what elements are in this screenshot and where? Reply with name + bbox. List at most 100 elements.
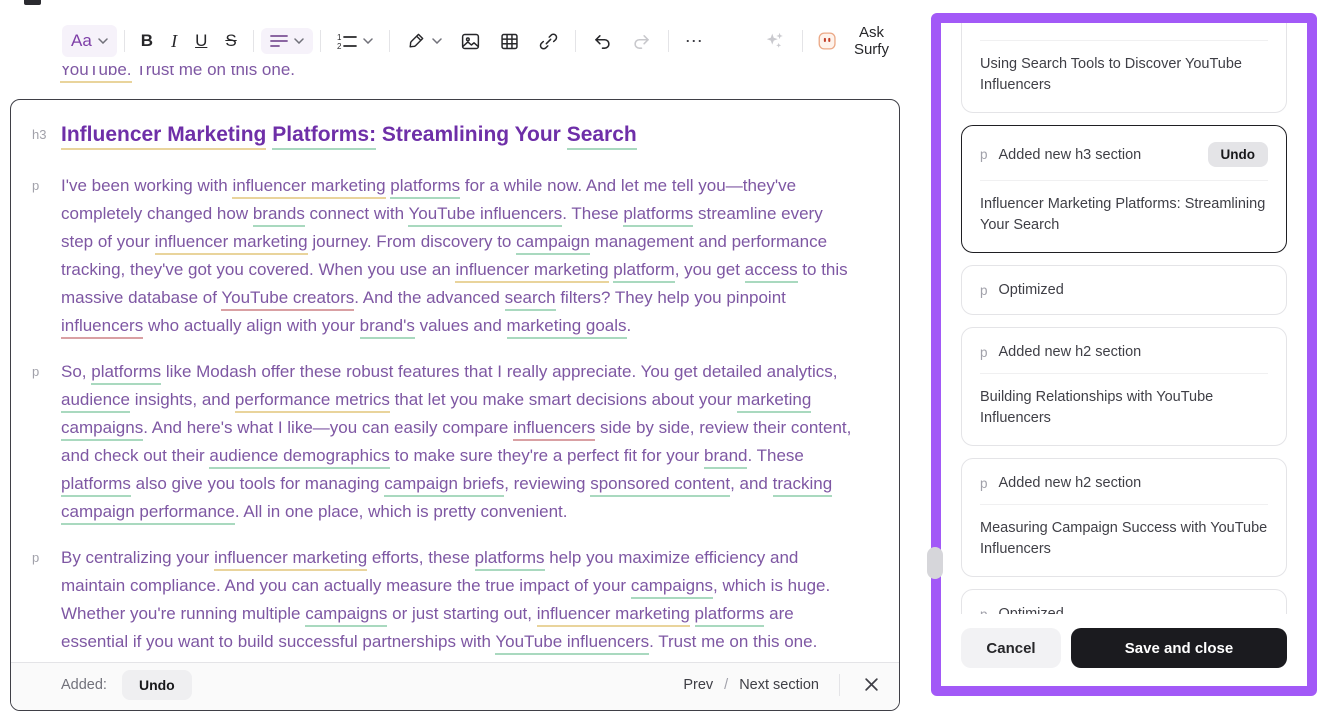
- panel-footer: Cancel Save and close: [941, 614, 1307, 686]
- change-description: Optimized: [999, 282, 1064, 298]
- bar-divider: [839, 674, 840, 696]
- toolbar-divider: [124, 30, 125, 52]
- change-card[interactable]: pOptimized: [961, 589, 1287, 614]
- section-heading-text: Influencer Marketing Platforms: Streamli…: [980, 194, 1268, 236]
- toolbar-divider: [320, 30, 321, 52]
- numbered-list-icon: 12: [337, 33, 357, 49]
- keyword-underline-green: search: [505, 288, 556, 311]
- keyword-underline-green: access: [745, 260, 798, 283]
- block-tag-p: p: [11, 358, 61, 526]
- change-card[interactable]: p Optimized: [961, 265, 1287, 315]
- italic-button[interactable]: I: [162, 25, 186, 58]
- alignment-button[interactable]: [261, 28, 313, 54]
- text-run: to make sure they're a perfect fit for y…: [390, 446, 704, 465]
- keyword-underline-green: brand's: [360, 316, 415, 339]
- insert-table-button[interactable]: [490, 25, 529, 58]
- keyword-underline-yellow: influencer marketing: [455, 260, 608, 283]
- insert-image-button[interactable]: [451, 25, 490, 58]
- bold-button[interactable]: B: [132, 25, 162, 57]
- text-run: [690, 604, 695, 623]
- change-card[interactable]: Using Search Tools to Discover YouTube I…: [961, 23, 1287, 113]
- section-review-bar: Added: Undo Prev / Next section: [11, 662, 899, 710]
- keyword-underline-green: audience: [61, 390, 130, 413]
- toolbar-divider: [575, 30, 576, 52]
- text-run: .: [627, 316, 632, 335]
- text-run: , you get: [675, 260, 745, 279]
- undo-change-button[interactable]: Undo: [1208, 142, 1269, 167]
- keyword-underline-yellow: influencer marketing: [155, 232, 308, 255]
- text-run: . And here's what I like—you can easily …: [143, 418, 513, 437]
- section-heading-text: Measuring Campaign Success with YouTube …: [980, 518, 1268, 560]
- chevron-down-icon: [432, 38, 442, 44]
- strikethrough-icon: S: [225, 31, 236, 51]
- insert-link-button[interactable]: [529, 25, 568, 58]
- bold-icon: B: [141, 31, 153, 51]
- keyword-underline-green: platforms: [390, 176, 460, 199]
- paragraph[interactable]: I've been working with influencer market…: [61, 172, 853, 340]
- change-description: Optimized: [999, 606, 1064, 614]
- ai-sparkles-button[interactable]: [755, 24, 795, 58]
- block-type-tag: p: [980, 147, 988, 162]
- next-section-button[interactable]: Next section: [739, 677, 819, 693]
- strikethrough-button[interactable]: S: [216, 25, 245, 57]
- italic-icon: I: [171, 31, 177, 52]
- keyword-underline-green: platforms: [623, 204, 693, 227]
- text-run: that let you make smart decisions about …: [390, 390, 737, 409]
- block-tag-p: p: [11, 172, 61, 340]
- keyword-underline-yellow: Influencer Marketing: [61, 123, 266, 150]
- close-review-button[interactable]: [860, 673, 883, 696]
- text-run: . These: [747, 446, 803, 465]
- keyword-underline-pink: influencers: [513, 418, 595, 441]
- paragraph[interactable]: By centralizing your influencer marketin…: [61, 544, 853, 656]
- text-run: who actually align with your: [143, 316, 359, 335]
- change-card[interactable]: pAdded new h2 sectionBuilding Relationsh…: [961, 327, 1287, 446]
- keyword-underline-yellow: influencer marketing: [537, 604, 690, 627]
- text-run: . All in one place, which is pretty conv…: [235, 502, 568, 521]
- keyword-underline-green: campaigns: [305, 604, 387, 627]
- save-and-close-button[interactable]: Save and close: [1071, 628, 1287, 668]
- card-header: pAdded new h2 section: [980, 344, 1268, 360]
- change-card[interactable]: pAdded new h2 section Measuring Campaign …: [961, 458, 1287, 577]
- section-content: h3 Influencer Marketing Platforms: Strea…: [11, 100, 899, 662]
- keyword-underline-green: platforms: [695, 604, 765, 627]
- block-tag-p: p: [11, 544, 61, 656]
- text-run: filters? They help you pinpoint: [556, 288, 786, 307]
- numbered-list-button[interactable]: 12: [328, 27, 382, 55]
- undo-action-button[interactable]: [583, 25, 622, 58]
- section-heading[interactable]: Influencer Marketing Platforms: Streamli…: [61, 120, 853, 150]
- section-heading-text: Using Search Tools to Discover YouTube I…: [980, 54, 1268, 96]
- brush-icon: [406, 31, 426, 51]
- keyword-underline-green: campaign briefs: [384, 474, 504, 497]
- card-header: pAdded new h2 section: [980, 475, 1268, 491]
- change-description: Added new h3 section: [999, 147, 1142, 163]
- undo-section-button[interactable]: Undo: [122, 670, 192, 700]
- text-run: . And the advanced: [354, 288, 504, 307]
- text-run: . Trust me on this one.: [649, 632, 817, 651]
- surfy-mascot-icon: [818, 30, 836, 52]
- change-card[interactable]: p Added new h3 section Undo Influencer Mark…: [961, 125, 1287, 253]
- keyword-underline-green: brands: [253, 204, 305, 227]
- text-style-button[interactable]: Aa: [62, 25, 117, 57]
- undo-icon: [592, 31, 613, 52]
- prev-section-button[interactable]: Prev: [683, 677, 713, 693]
- toolbar-divider: [389, 30, 390, 52]
- card-header: p Optimized: [980, 282, 1268, 298]
- highlight-brush-button[interactable]: [397, 25, 451, 57]
- keyword-underline-green: audience demographics: [209, 446, 390, 469]
- text-run: efforts, these: [367, 548, 474, 567]
- more-options-button[interactable]: ⋯: [676, 25, 713, 58]
- text-run: or just starting out,: [387, 604, 536, 623]
- redo-action-button[interactable]: [622, 25, 661, 58]
- added-label: Added:: [61, 677, 107, 693]
- underline-icon: U: [195, 31, 207, 51]
- card-divider: [980, 180, 1268, 181]
- keyword-underline-green: campaign: [516, 232, 590, 255]
- card-divider: [980, 373, 1268, 374]
- cancel-button[interactable]: Cancel: [961, 628, 1061, 668]
- redo-icon: [631, 31, 652, 52]
- block-type-tag: p: [980, 345, 988, 360]
- paragraph[interactable]: So, platforms like Modash offer these ro…: [61, 358, 853, 526]
- ask-surfy-button[interactable]: Ask Surfy: [810, 18, 906, 64]
- block-type-tag: p: [980, 283, 988, 298]
- underline-button[interactable]: U: [186, 25, 216, 57]
